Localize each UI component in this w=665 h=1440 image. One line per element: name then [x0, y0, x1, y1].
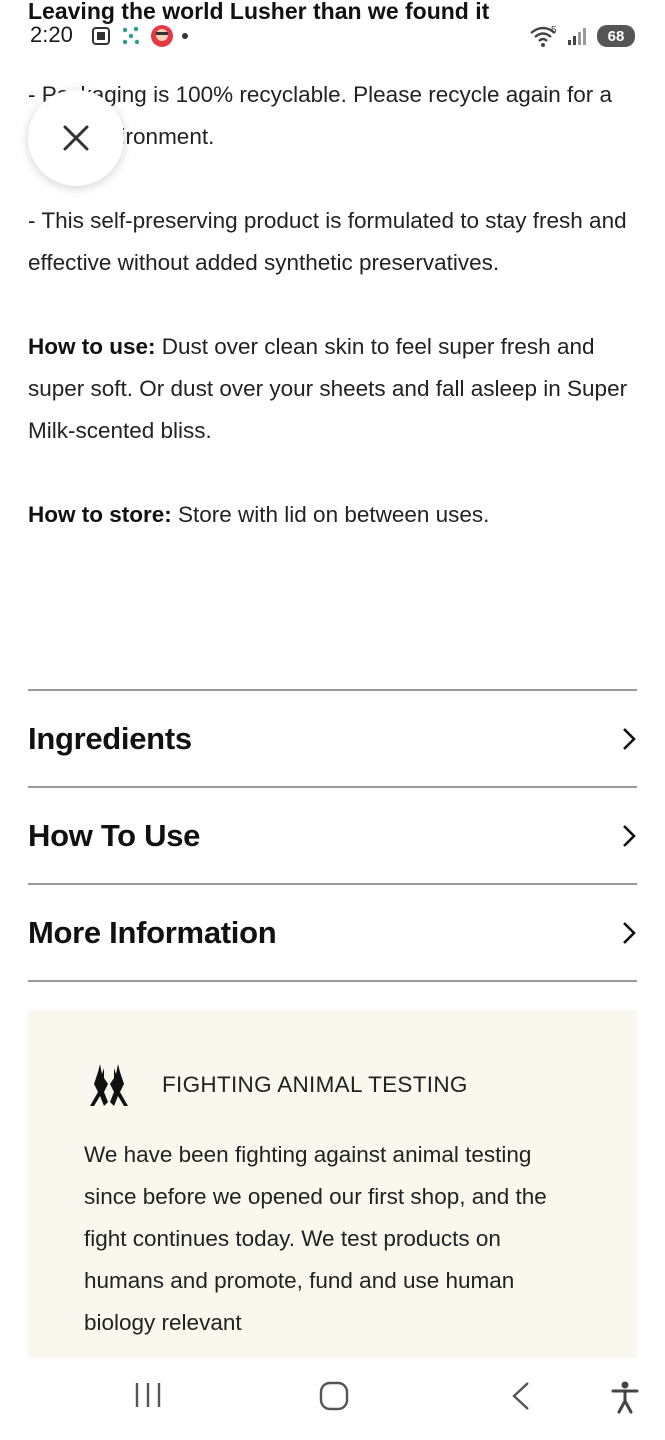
screenshot-icon: [92, 27, 110, 45]
back-icon: [512, 1382, 529, 1410]
recents-icon: [135, 1383, 161, 1407]
promo-title: FIGHTING ANIMAL TESTING: [162, 1072, 468, 1097]
signal-icon: [568, 28, 586, 45]
battery-indicator: 68: [597, 25, 635, 47]
system-nav-bar: [0, 1358, 665, 1440]
avatar-icon: [151, 25, 173, 47]
wifi-icon: 5: [530, 25, 557, 47]
product-accordion: Ingredients How To Use More Information: [28, 689, 637, 982]
accordion-ingredients[interactable]: Ingredients: [28, 689, 637, 786]
chevron-right-icon: [623, 824, 636, 847]
recents-button[interactable]: [133, 1380, 163, 1415]
home-icon: [319, 1381, 349, 1411]
notification-dot: [182, 33, 188, 39]
back-button[interactable]: [508, 1380, 534, 1417]
notification-icons: [90, 24, 188, 48]
hares-icon: [90, 1064, 128, 1106]
promo-body: We have been fighting against animal tes…: [84, 1142, 547, 1335]
accessibility-icon: [611, 1381, 639, 1414]
system-icons: 5 68: [529, 24, 635, 48]
fighting-animal-testing-box: FIGHTING ANIMAL TESTING We have been fig…: [28, 1010, 637, 1358]
accordion-how-to-use[interactable]: How To Use: [28, 786, 637, 883]
how-to-use-label: How to use:: [28, 334, 156, 359]
close-icon: [63, 125, 89, 151]
how-to-use-paragraph: How to use: Dust over clean skin to feel…: [28, 326, 638, 452]
how-to-store-text: Store with lid on between uses.: [171, 502, 490, 527]
wifi-badge: 5: [551, 25, 557, 36]
status-bar: 2:20 5 68: [0, 18, 665, 54]
accordion-more-information[interactable]: More Information: [28, 883, 637, 982]
accordion-label: More Information: [28, 914, 277, 950]
accordion-label: Ingredients: [28, 720, 192, 756]
chevron-right-icon: [623, 727, 636, 750]
self-preserving-paragraph: - This self-preserving product is formul…: [28, 208, 627, 275]
chevron-right-icon: [623, 921, 636, 944]
how-to-store-paragraph: How to store: Store with lid on between …: [28, 494, 638, 536]
how-to-store-label: How to store:: [28, 502, 172, 527]
accessibility-button[interactable]: [610, 1380, 640, 1419]
home-button[interactable]: [318, 1380, 350, 1417]
status-time: 2:20: [30, 22, 73, 47]
accordion-label: How To Use: [28, 817, 201, 853]
dots-app-icon: [122, 26, 140, 45]
promo-header: FIGHTING ANIMAL TESTING: [84, 1062, 468, 1108]
close-button[interactable]: [28, 90, 124, 186]
